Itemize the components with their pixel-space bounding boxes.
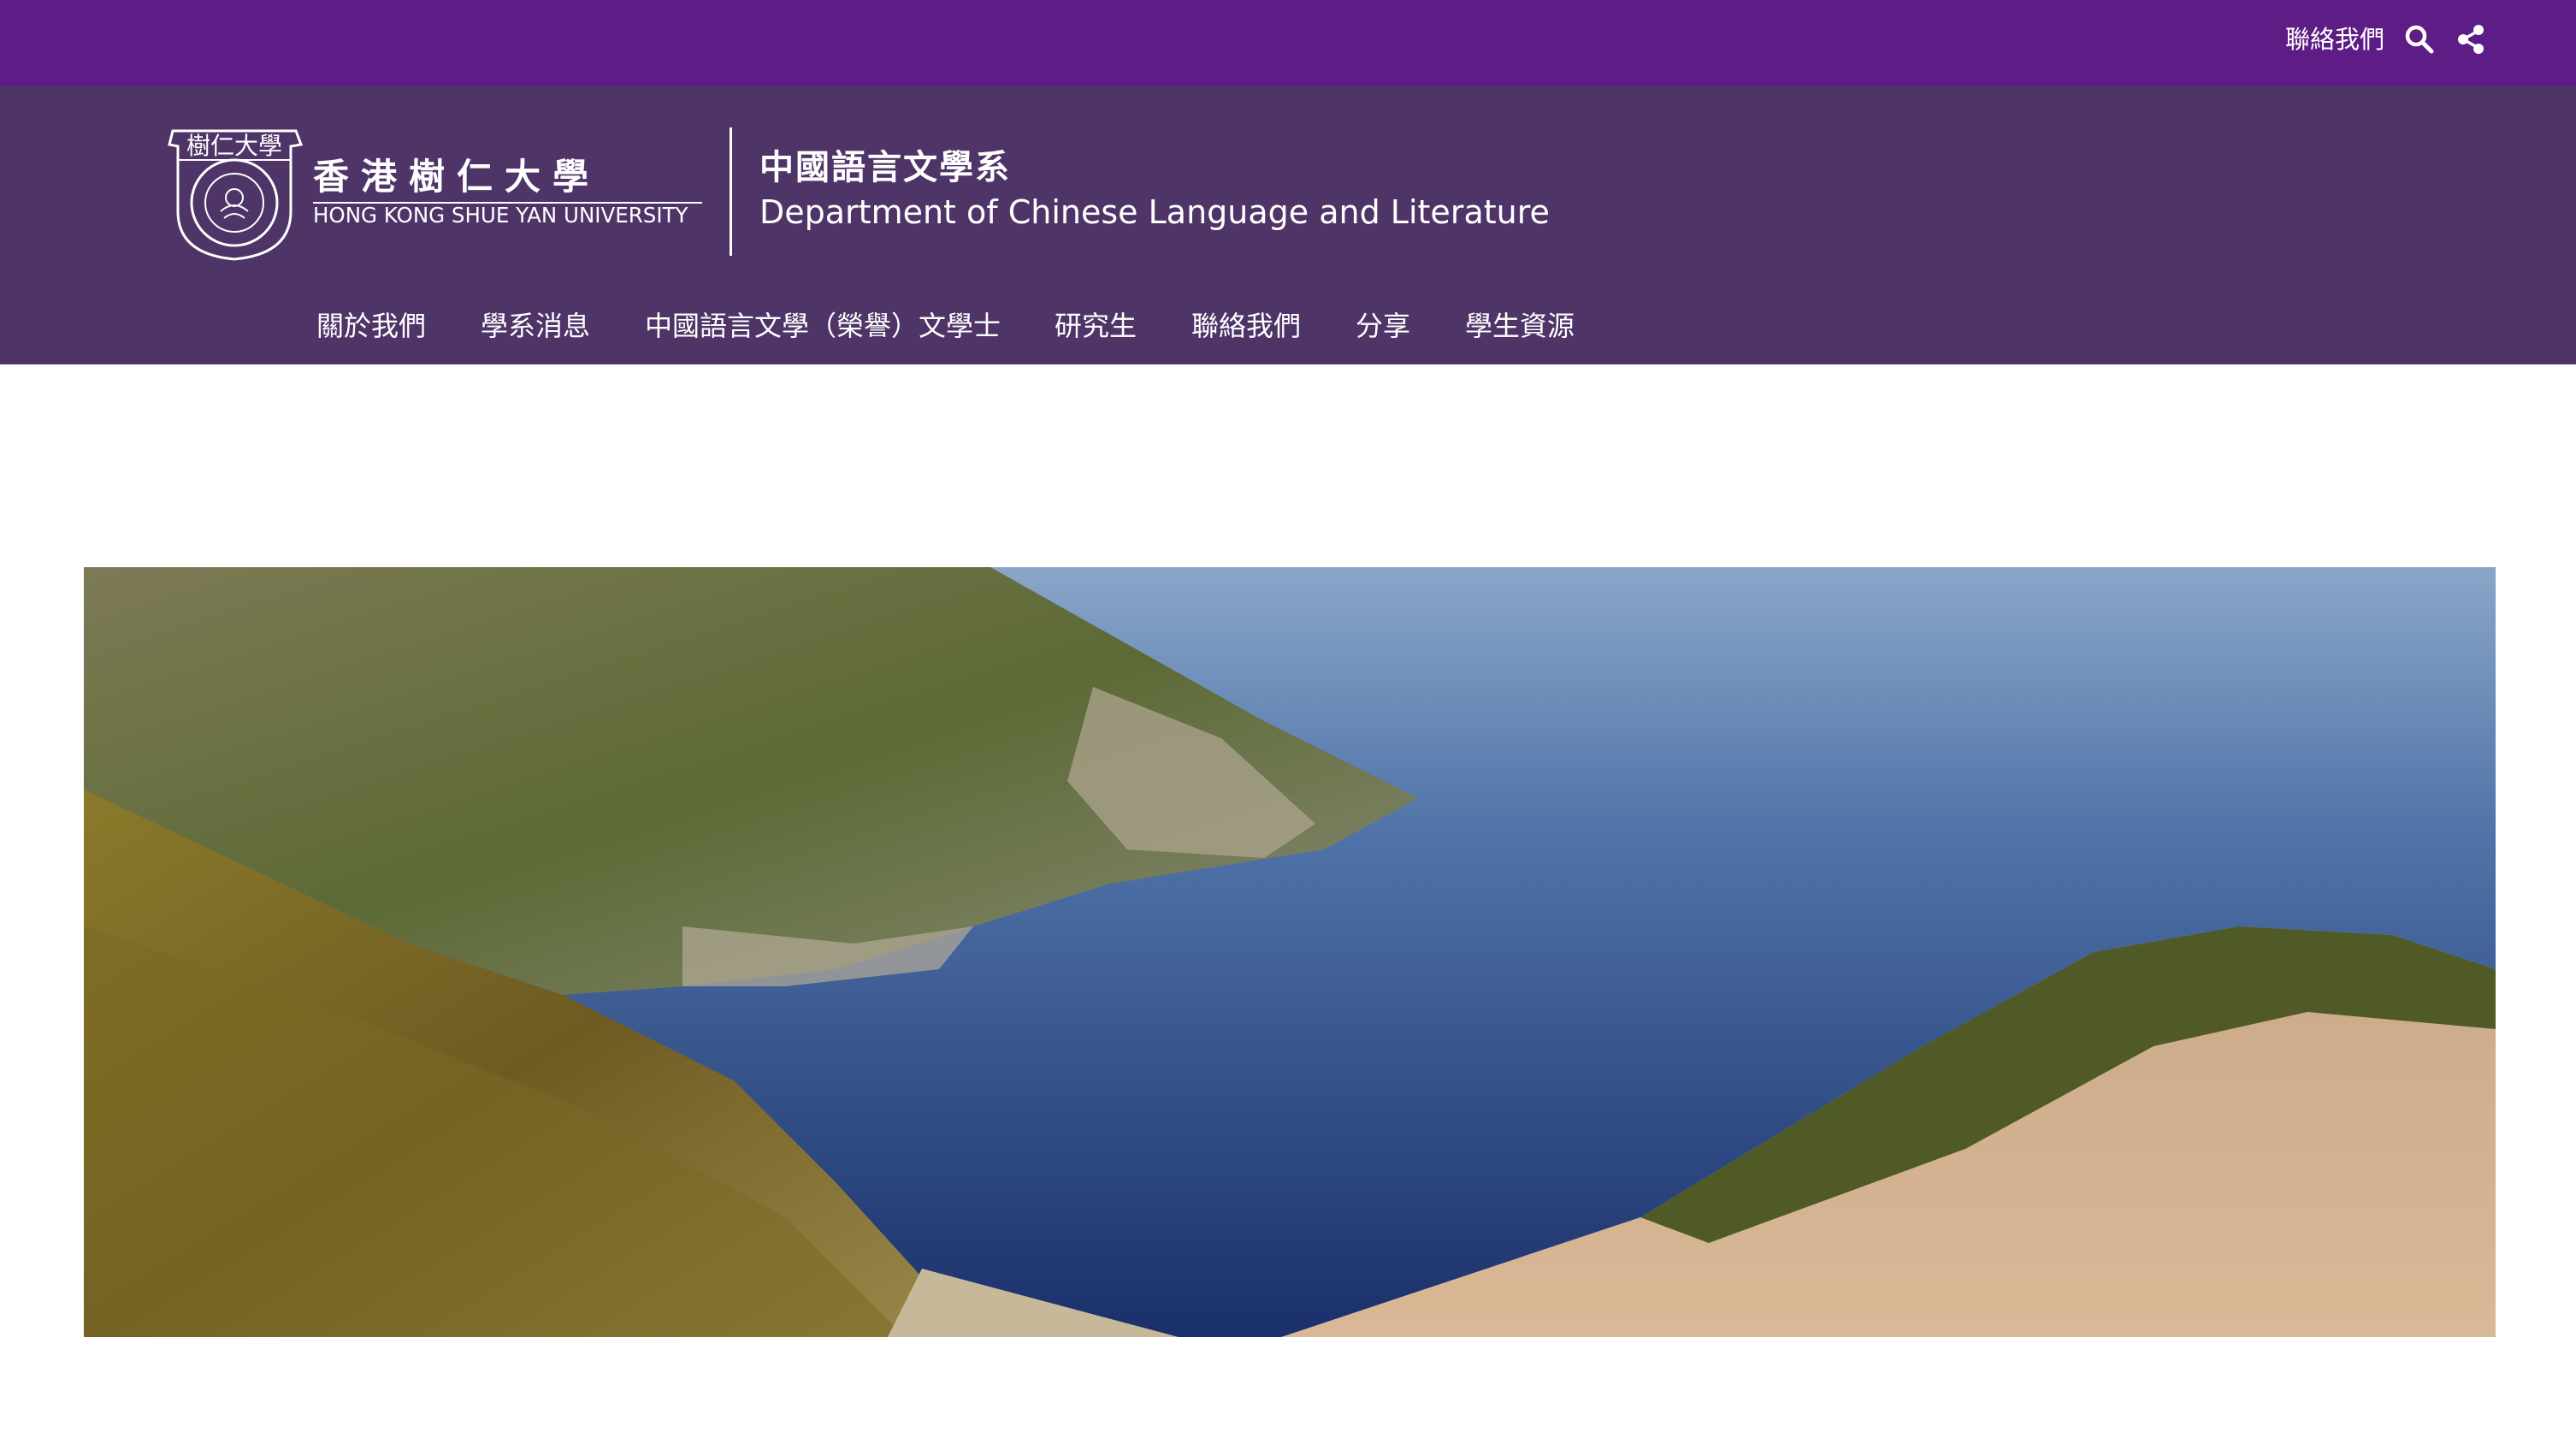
university-logo[interactable]: 樹仁大學 香港樹仁大學 HONG KONG SHUE YAN UNIVERSIT…	[168, 126, 732, 261]
nav-item-postgraduate[interactable]: 研究生	[1055, 300, 1137, 352]
nav-item-share[interactable]: 分享	[1356, 300, 1410, 352]
nav-item-about[interactable]: 關於我們	[316, 300, 426, 352]
nav-item-contact[interactable]: 聯絡我們	[1191, 300, 1301, 352]
department-name-cn: 中國語言文學系	[759, 148, 1011, 187]
crest-icon: 樹仁大學	[168, 129, 304, 261]
share-icon[interactable]	[2455, 24, 2486, 55]
nav-item-ba-programme[interactable]: 中國語言文學（榮譽）文學士	[645, 300, 1001, 352]
university-name-en: HONG KONG SHUE YAN UNIVERSITY	[313, 203, 689, 228]
nav-item-news[interactable]: 學系消息	[481, 300, 590, 352]
search-icon[interactable]	[2404, 24, 2435, 55]
header-divider	[730, 127, 732, 256]
top-utility-bar: 聯絡我們	[0, 0, 2576, 86]
department-name-en: Department of Chinese Language and Liter…	[759, 193, 1550, 231]
seal-text: 樹仁大學	[186, 132, 282, 160]
main-navigation: 關於我們 學系消息 中國語言文學（榮譽）文學士 研究生 聯絡我們 分享 學生資源	[0, 300, 2576, 352]
hero-banner-image	[84, 567, 2496, 1337]
nav-item-student-resources[interactable]: 學生資源	[1465, 300, 1575, 352]
contact-us-link[interactable]: 聯絡我們	[2285, 22, 2384, 56]
site-header: 樹仁大學 香港樹仁大學 HONG KONG SHUE YAN UNIVERSIT…	[0, 86, 2576, 364]
university-name-cn: 香港樹仁大學	[313, 156, 600, 198]
